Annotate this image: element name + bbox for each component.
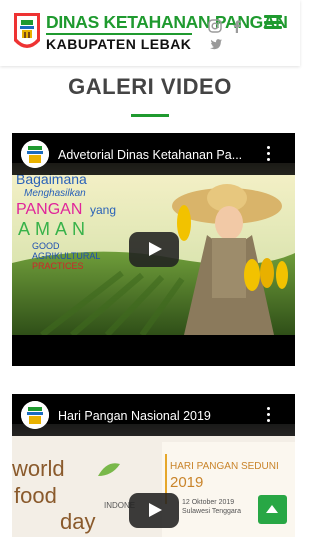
video-2-title-bar: Hari Pangan Nasional 2019 [12, 394, 295, 436]
video-embed-2[interactable]: world food day INDONE HARI PANGAN SEDUNI… [12, 394, 295, 537]
video-2-more-options-icon[interactable] [267, 407, 271, 423]
thumb-2-hps2: 2019 [170, 474, 203, 491]
scroll-to-top-button[interactable] [258, 495, 287, 524]
thumb-1-line3b: yang [90, 203, 116, 217]
facebook-icon[interactable] [230, 19, 244, 33]
thumb-2-w3: day [60, 509, 95, 534]
twitter-icon[interactable] [209, 37, 223, 51]
thumb-2-w1: world [12, 456, 65, 481]
brand-title[interactable]: DINAS KETAHANAN PANGAN [46, 12, 288, 32]
video-2-title[interactable]: Hari Pangan Nasional 2019 [58, 409, 258, 423]
thumb-1-line2: Menghasilkan [24, 188, 86, 199]
video-1-play-button[interactable] [129, 232, 179, 267]
section-title: GALERI VIDEO [68, 74, 232, 99]
video-2-play-button[interactable] [129, 493, 179, 528]
instagram-icon[interactable] [208, 19, 222, 33]
site-header: DINAS KETAHANAN PANGAN KABUPATEN LEBAK [0, 0, 300, 66]
thumb-1-line5: GOOD [32, 241, 60, 251]
thumb-1-line4: AMAN [18, 219, 90, 239]
thumb-2-place: Sulawesi Tenggara [182, 508, 241, 515]
thumb-2-hps1: HARI PANGAN SEDUNI [170, 461, 279, 472]
video-1-title-bar: Advetorial Dinas Ketahanan Pa... [12, 133, 295, 175]
channel-avatar-icon[interactable] [21, 401, 49, 429]
thumb-2-date: 12 Oktober 2019 [182, 499, 234, 506]
thumb-1-line3a: PANGAN [16, 201, 82, 218]
section-title-underline [131, 114, 169, 117]
video-1-more-options-icon[interactable] [267, 146, 271, 162]
brand-divider [46, 33, 192, 35]
thumb-2-w2: food [14, 483, 57, 508]
brand-subtitle[interactable]: KABUPATEN LEBAK [46, 36, 191, 52]
menu-toggle-button[interactable] [264, 15, 282, 29]
channel-avatar-icon[interactable] [21, 140, 49, 168]
video-1-title[interactable]: Advetorial Dinas Ketahanan Pa... [58, 148, 258, 162]
dinas-logo[interactable] [12, 11, 42, 55]
video-embed-1[interactable]: Bagaimana Menghasilkan PANGAN yang AMAN … [12, 133, 295, 366]
thumb-1-line7: PRACTICES [32, 261, 84, 271]
thumb-1-line6: AGRIKULTURAL [32, 251, 100, 261]
